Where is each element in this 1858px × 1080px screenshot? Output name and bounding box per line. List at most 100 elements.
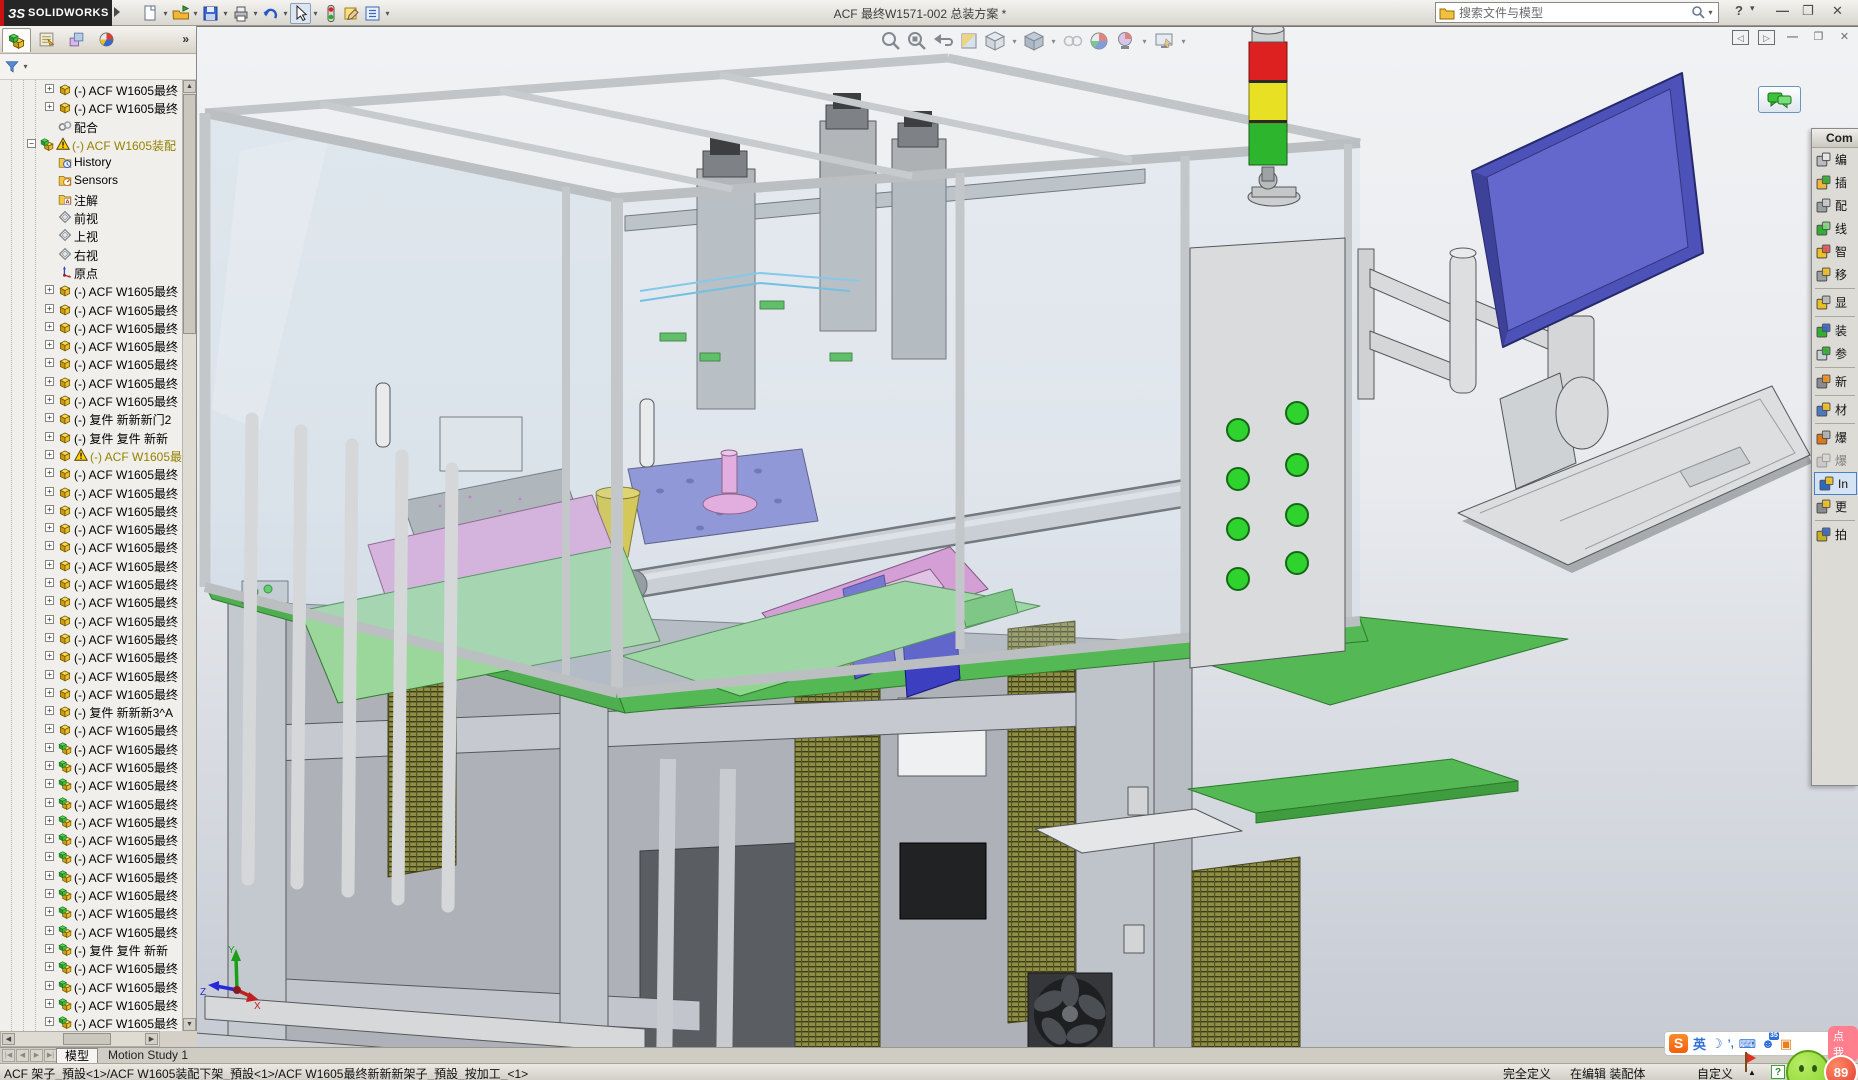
hide-show-items-icon[interactable] <box>1062 30 1084 52</box>
expand-toggle[interactable]: + <box>45 632 54 642</box>
tree-row[interactable]: 前视 <box>0 208 183 226</box>
expand-toggle[interactable]: + <box>45 779 54 789</box>
command-bom[interactable]: 材 <box>1812 398 1858 421</box>
tab-feature-manager[interactable] <box>2 27 31 52</box>
tree-row[interactable]: + (-) ACF W1605最终 <box>0 80 183 98</box>
skin-icon[interactable]: ▣ <box>1780 1036 1792 1052</box>
expand-toggle[interactable]: + <box>45 285 54 295</box>
tree-row[interactable]: + (-) ACF W1605最终 <box>0 794 183 812</box>
display-style-icon[interactable] <box>1023 30 1045 52</box>
expand-toggle[interactable]: − <box>27 138 36 148</box>
select-dropdown[interactable]: ▾ <box>311 3 320 24</box>
tree-horizontal-scrollbar[interactable]: ◀ ▶ <box>0 1031 160 1047</box>
tree-row[interactable]: + (-) ACF W1605最终 <box>0 537 183 555</box>
tree-row[interactable]: + (-) ACF W1605最终 <box>0 830 183 848</box>
tree-row[interactable]: + (-) ACF W1605最终 <box>0 574 183 592</box>
command-explode-line[interactable]: 爆 <box>1812 449 1858 472</box>
expand-toggle[interactable]: + <box>45 578 54 588</box>
tree-row[interactable]: + (-) ACF W1605最终 <box>0 611 183 629</box>
tree-row[interactable]: + (-) 复件 复件 新新 <box>0 940 183 958</box>
tree-row[interactable]: + (-) ACF W1605最终 <box>0 977 183 995</box>
undo-button[interactable] <box>260 3 281 24</box>
tree-row[interactable]: + (-) ACF W1605最终 <box>0 98 183 116</box>
command-linear-pattern[interactable]: 线 <box>1812 217 1858 240</box>
tree-row[interactable]: 配合 <box>0 117 183 135</box>
command-insert-component[interactable]: 插 <box>1812 171 1858 194</box>
expand-toggle[interactable]: + <box>45 907 54 917</box>
expand-toggle[interactable]: + <box>45 998 54 1008</box>
tree-row[interactable]: + (-) ACF W1605最终 <box>0 867 183 885</box>
filter-icon[interactable] <box>5 60 19 74</box>
command-update[interactable]: 更 <box>1812 495 1858 518</box>
tab-configuration-manager[interactable] <box>62 28 91 52</box>
expand-toggle[interactable]: + <box>45 797 54 807</box>
expand-toggle[interactable]: + <box>45 395 54 405</box>
indicator-panel[interactable] <box>1189 237 1346 669</box>
door-handle[interactable] <box>375 382 391 448</box>
status-help-icon[interactable]: ? <box>1771 1065 1785 1079</box>
tree-row[interactable]: + (-) ACF W1605最终 <box>0 995 183 1013</box>
menu-expand-arrow[interactable] <box>114 7 120 17</box>
expand-toggle[interactable]: + <box>45 669 54 679</box>
tree-row[interactable]: + (-) ACF W1605最终 <box>0 812 183 830</box>
command-show-hidden[interactable]: 显 <box>1812 291 1858 314</box>
tree-row[interactable]: + (-) 复件 新新新3^A <box>0 702 183 720</box>
tree-row[interactable]: + (-) ACF W1605最终 <box>0 592 183 610</box>
list-button[interactable] <box>362 3 383 24</box>
tree-row[interactable]: + (-) ACF W1605最终 <box>0 885 183 903</box>
expand-toggle[interactable]: + <box>45 449 54 459</box>
monitor-assembly[interactable] <box>1357 72 1812 573</box>
restore-button[interactable]: ❐ <box>1802 3 1814 19</box>
help-button[interactable]: ? <box>1735 3 1743 18</box>
expand-toggle[interactable]: + <box>45 376 54 386</box>
view-settings-icon[interactable] <box>1153 30 1175 52</box>
tree-row[interactable]: + (-) ACF W1605最终 <box>0 446 183 464</box>
expand-toggle[interactable]: + <box>45 1017 54 1027</box>
expand-toggle[interactable]: + <box>45 504 54 514</box>
expand-toggle[interactable]: + <box>45 468 54 478</box>
tree-vertical-scrollbar[interactable]: ▲ ▼ <box>182 80 196 1031</box>
hscroll-thumb[interactable] <box>63 1033 111 1045</box>
tree-row[interactable]: Sensors <box>0 171 183 189</box>
expand-toggle[interactable]: + <box>45 84 54 93</box>
zoom-area-icon[interactable] <box>906 30 928 52</box>
new-dropdown[interactable]: ▾ <box>161 3 170 24</box>
doc-close-icon[interactable]: ✕ <box>1836 30 1853 45</box>
machine-fan[interactable] <box>1027 972 1113 1047</box>
tree-row[interactable]: + (-) ACF W1605最终 <box>0 354 183 372</box>
tree-row[interactable]: + (-) ACF W1605最终 <box>0 556 183 574</box>
section-view-icon[interactable] <box>958 30 980 52</box>
flag-icon[interactable] <box>1745 1052 1756 1072</box>
search-input[interactable]: 搜索文件与模型 <box>1459 4 1691 21</box>
expand-toggle[interactable]: + <box>45 706 54 716</box>
minimize-button[interactable]: — <box>1776 3 1789 18</box>
new-button[interactable] <box>140 3 161 24</box>
expand-toggle[interactable]: + <box>45 321 54 331</box>
apply-scene-icon[interactable] <box>1114 30 1136 52</box>
tree-row[interactable]: 注解 <box>0 190 183 208</box>
expand-toggle[interactable]: + <box>45 852 54 862</box>
tab-prev-button[interactable]: ◀ <box>16 1049 29 1062</box>
tree-row[interactable]: + (-) 复件 新新新门2 <box>0 409 183 427</box>
command-mate[interactable]: 配 <box>1812 194 1858 217</box>
expand-toggle[interactable]: + <box>45 760 54 770</box>
tab-first-button[interactable]: |◀ <box>2 1049 15 1062</box>
doc-restore-icon[interactable]: ❐ <box>1810 30 1827 45</box>
collapse-pane-icon[interactable]: ◁ <box>1732 30 1749 45</box>
tree-row[interactable]: + (-) ACF W1605最终 <box>0 336 183 354</box>
expand-toggle[interactable]: + <box>45 834 54 844</box>
tab-property-manager[interactable] <box>32 28 61 52</box>
tab-display-manager[interactable] <box>92 28 121 52</box>
tree-row[interactable]: + (-) ACF W1605最终 <box>0 647 183 665</box>
apply-scene-dropdown[interactable]: ▾ <box>1140 31 1149 52</box>
tree-row[interactable]: + (-) ACF W1605最终 <box>0 300 183 318</box>
expand-toggle[interactable]: + <box>45 541 54 551</box>
close-button[interactable]: ✕ <box>1832 3 1843 19</box>
expand-toggle[interactable]: + <box>45 358 54 368</box>
scroll-down-arrow[interactable]: ▼ <box>183 1018 196 1031</box>
note-button[interactable] <box>341 3 362 24</box>
expand-toggle[interactable]: + <box>45 943 54 953</box>
units-dropdown-arrow[interactable]: ▲ <box>1748 1068 1756 1077</box>
tree-row[interactable]: + (-) ACF W1605最终 <box>0 629 183 647</box>
tree-row[interactable]: + (-) ACF W1605最终 <box>0 903 183 921</box>
